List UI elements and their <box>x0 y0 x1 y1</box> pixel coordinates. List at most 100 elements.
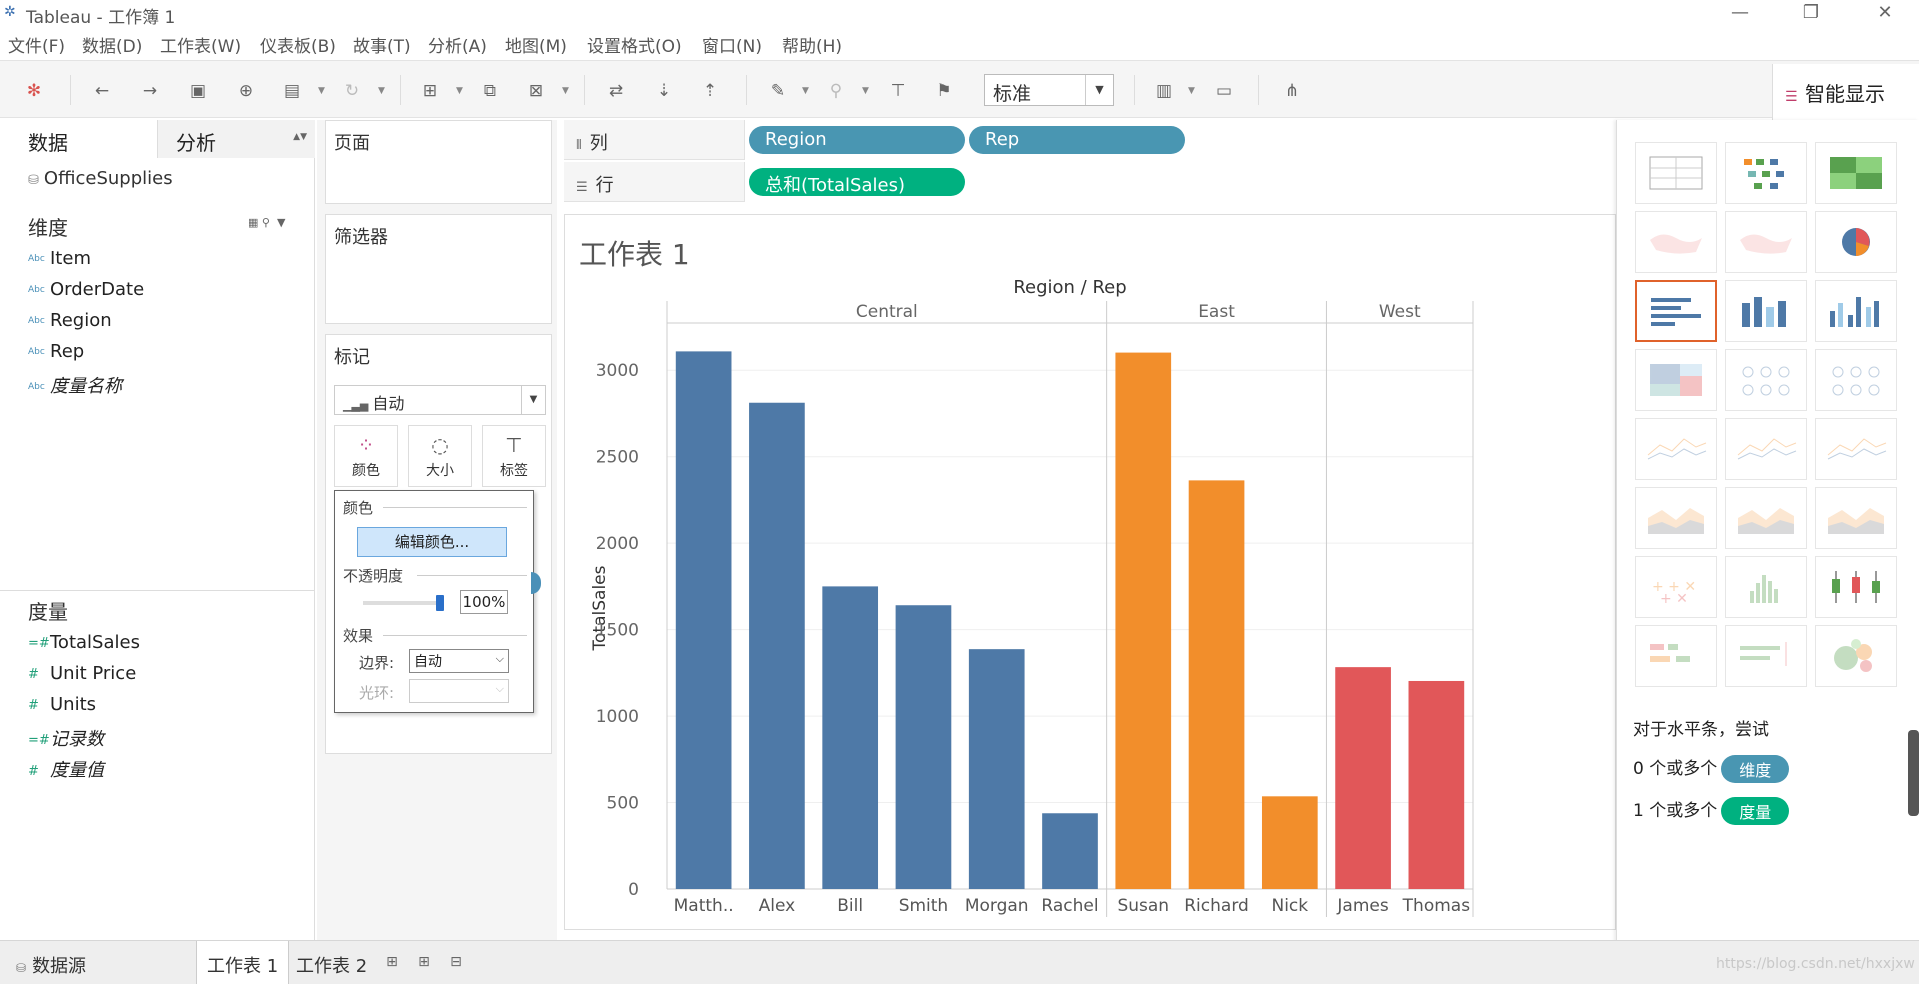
clear-icon[interactable]: ⊠ <box>526 81 546 101</box>
field-units[interactable]: # Units <box>28 694 96 715</box>
sort-desc-icon[interactable]: ⇡ <box>700 81 720 101</box>
show-me-chart-option[interactable] <box>1725 418 1807 480</box>
edit-color-button[interactable]: 编辑颜色... <box>357 527 507 557</box>
minimize-button[interactable]: — <box>1712 0 1768 26</box>
show-me-chart-option[interactable] <box>1815 418 1897 480</box>
field-rep[interactable]: Abc Rep <box>28 341 84 362</box>
show-me-tab[interactable]: ☰ 智能显示 <box>1772 64 1919 122</box>
show-me-chart-option[interactable] <box>1725 625 1807 687</box>
pill-sum-totalsales[interactable]: 总和(TotalSales) <box>749 168 965 196</box>
new-sheet-dropdown-icon[interactable]: ▼ <box>456 85 464 97</box>
new-datasource-icon[interactable]: ⊕ <box>236 81 256 101</box>
opacity-value-input[interactable]: 100% <box>460 590 508 614</box>
menu-analysis[interactable]: 分析(A) <box>428 32 487 57</box>
fit-mode-select[interactable]: 标准 ▼ <box>984 74 1114 106</box>
side-scroll-handle[interactable] <box>1908 730 1919 816</box>
highlight-icon[interactable]: ✎ <box>768 81 788 101</box>
group-icon[interactable]: ⚲ <box>826 81 846 101</box>
restore-button[interactable]: ❐ <box>1783 0 1839 26</box>
new-story-icon[interactable]: ⊟ <box>446 954 466 972</box>
sheet-tab-2[interactable]: 工作表 2 <box>286 941 377 984</box>
show-me-chart-option[interactable] <box>1815 487 1897 549</box>
field-measure-names[interactable]: Abc 度量名称 <box>28 372 122 398</box>
menu-dashboard[interactable]: 仪表板(B) <box>260 32 336 57</box>
show-me-chart-option[interactable] <box>1725 487 1807 549</box>
pill-rep[interactable]: Rep <box>969 126 1185 154</box>
opacity-slider-track[interactable] <box>363 601 443 605</box>
save-icon[interactable]: ▣ <box>188 81 208 101</box>
show-me-chart-option[interactable] <box>1725 349 1807 411</box>
show-me-chart-option[interactable] <box>1635 211 1717 273</box>
mark-label-button[interactable]: ⊤ 标签 <box>482 425 546 487</box>
field-totalsales[interactable]: =#TotalSales <box>28 632 140 653</box>
mark-color-button[interactable]: ⁘ 颜色 <box>334 425 398 487</box>
show-me-chart-option[interactable] <box>1725 280 1807 342</box>
datasource-tab[interactable]: ⛁ 数据源 <box>6 941 96 984</box>
show-me-chart-option[interactable] <box>1635 142 1717 204</box>
filters-card[interactable]: 筛选器 <box>325 214 552 324</box>
label-icon[interactable]: ⊤ <box>888 81 908 101</box>
tab-analysis[interactable]: 分析 ▲▼ <box>157 120 315 158</box>
pause-dropdown-icon[interactable]: ▼ <box>318 85 326 97</box>
show-me-chart-option[interactable] <box>1815 211 1897 273</box>
group-dropdown-icon[interactable]: ▼ <box>862 85 870 97</box>
clear-dropdown-icon[interactable]: ▼ <box>562 85 570 97</box>
swap-icon[interactable]: ⇄ <box>606 81 626 101</box>
menu-worksheet[interactable]: 工作表(W) <box>160 32 241 57</box>
new-worksheet-icon[interactable]: ⊞ <box>382 954 402 972</box>
field-record-count[interactable]: =#记录数 <box>28 725 104 751</box>
sheet-tab-1[interactable]: 工作表 1 <box>196 941 290 984</box>
field-region[interactable]: Abc Region <box>28 310 112 331</box>
show-me-chart-option[interactable] <box>1815 349 1897 411</box>
duplicate-icon[interactable]: ⧉ <box>480 81 500 101</box>
pages-card[interactable]: 页面 <box>325 120 552 204</box>
menu-file[interactable]: 文件(F) <box>8 32 65 57</box>
menu-map[interactable]: 地图(M) <box>505 32 567 57</box>
show-me-chart-option[interactable] <box>1725 142 1807 204</box>
show-me-chart-option[interactable] <box>1815 625 1897 687</box>
menu-story[interactable]: 故事(T) <box>353 32 411 57</box>
mark-size-button[interactable]: ◌ 大小 <box>408 425 472 487</box>
show-me-chart-option[interactable] <box>1815 280 1897 342</box>
show-me-chart-option[interactable] <box>1725 211 1807 273</box>
menu-format[interactable]: 设置格式(O) <box>587 32 682 57</box>
presentation-icon[interactable]: ▭ <box>1214 81 1234 101</box>
show-me-chart-option[interactable]: + + ✕ + ✕ <box>1635 556 1717 618</box>
border-select[interactable]: 自动 ⌵ <box>409 649 509 673</box>
menu-window[interactable]: 窗口(N) <box>702 32 762 57</box>
menu-data[interactable]: 数据(D) <box>82 32 142 57</box>
refresh-dropdown-icon[interactable]: ▼ <box>378 85 386 97</box>
mark-type-select[interactable]: ▁▃▅ 自动 ▼ <box>334 385 546 415</box>
new-sheet-icon[interactable]: ⊞ <box>420 81 440 101</box>
rows-drop-area[interactable]: 总和(TotalSales) <box>744 162 1616 202</box>
opacity-slider-thumb[interactable] <box>436 595 444 611</box>
pause-icon[interactable]: ▤ <box>282 81 302 101</box>
close-button[interactable]: ✕ <box>1857 0 1913 26</box>
show-me-chart-option[interactable] <box>1725 556 1807 618</box>
refresh-icon[interactable]: ↻ <box>342 81 362 101</box>
highlight-dropdown-icon[interactable]: ▼ <box>802 85 810 97</box>
undo-icon[interactable]: ← <box>92 81 112 101</box>
tab-data[interactable]: 数据 <box>0 120 157 158</box>
show-me-chart-option[interactable] <box>1635 487 1717 549</box>
show-cards-icon[interactable]: ▥ <box>1154 81 1174 101</box>
show-me-chart-option[interactable] <box>1635 625 1717 687</box>
show-me-chart-option[interactable] <box>1635 280 1717 342</box>
new-dashboard-icon[interactable]: ⊞ <box>414 954 434 972</box>
show-me-chart-option[interactable] <box>1815 142 1897 204</box>
menu-help[interactable]: 帮助(H) <box>782 32 842 57</box>
field-item[interactable]: Abc Item <box>28 248 91 269</box>
show-me-chart-option[interactable] <box>1635 418 1717 480</box>
field-unit-price[interactable]: # Unit Price <box>28 663 136 684</box>
field-orderdate[interactable]: Abc OrderDate <box>28 279 144 300</box>
redo-icon[interactable]: → <box>140 81 160 101</box>
tableau-logo-icon[interactable]: ✻ <box>24 81 44 101</box>
show-me-chart-option[interactable] <box>1815 556 1897 618</box>
datasource-item[interactable]: ⛁ OfficeSupplies <box>28 168 173 189</box>
pill-region[interactable]: Region <box>749 126 965 154</box>
show-me-chart-option[interactable] <box>1635 349 1717 411</box>
sort-asc-icon[interactable]: ⇣ <box>654 81 674 101</box>
share-icon[interactable]: ⋔ <box>1282 81 1302 101</box>
pin-icon[interactable]: ⚑ <box>934 81 954 101</box>
show-cards-dropdown-icon[interactable]: ▼ <box>1188 85 1196 97</box>
